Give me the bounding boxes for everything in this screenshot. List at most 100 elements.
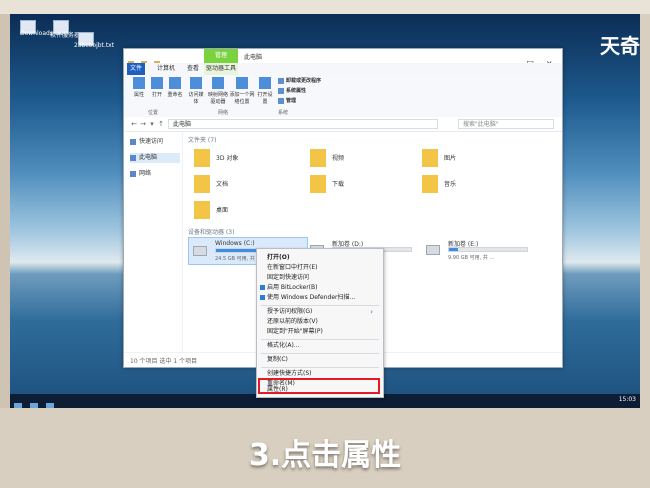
app-icon	[278, 77, 284, 84]
access-media-label: 访问媒体	[188, 92, 204, 105]
system-properties-label: 系统属性	[286, 88, 307, 94]
network-location-label: 添加一个网络位置	[229, 92, 255, 105]
menu-format[interactable]: 格式化(A)...	[267, 341, 377, 351]
rename-button[interactable]: 重命名	[166, 77, 184, 103]
menu-label: 授予访问权限(G)	[267, 308, 313, 315]
open-button[interactable]: 打开	[148, 77, 166, 103]
menu-pin-start[interactable]: 固定到"开始"屏幕(P)	[267, 327, 377, 337]
star-icon	[130, 138, 136, 145]
menu-grant-access[interactable]: 授予访问权限(G) ›	[267, 307, 377, 317]
manage-item[interactable]: 管理	[278, 97, 348, 104]
network-icon	[130, 170, 136, 177]
menu-restore-versions[interactable]: 还原以前的版本(V)	[267, 317, 377, 327]
folder-label: 图片	[444, 155, 457, 162]
forward-icon[interactable]: →	[139, 120, 147, 128]
context-menu: 打开(O) 在新窗口中打开(E) 固定到快速访问 启用 BitLocker(B)…	[256, 248, 384, 398]
menu-copy[interactable]: 复制(C)	[267, 355, 377, 365]
gear-icon	[259, 77, 271, 89]
computer-icon	[130, 154, 136, 161]
folder-label: 文档	[216, 181, 229, 188]
drive-space: 9.90 GB 可用, 共 ...	[448, 255, 495, 261]
sidebar-item-this-pc[interactable]: 此电脑	[130, 153, 180, 163]
caption-bar: 3.点击属性	[0, 408, 650, 488]
folder-label: 桌面	[216, 207, 229, 214]
folder-icon	[194, 175, 210, 193]
caption: 3.点击属性	[248, 438, 402, 473]
chevron-down-icon[interactable]: ▾	[148, 120, 156, 128]
window-title: 此电脑	[244, 54, 263, 61]
manage-label: 管理	[286, 98, 297, 104]
rename-label: 重命名	[167, 92, 183, 98]
tab-view[interactable]: 查看	[184, 63, 202, 75]
folder-label: 3D 对象	[216, 155, 239, 162]
drive-name: Windows (C:)	[215, 240, 255, 247]
folder-icon	[422, 149, 438, 167]
menu-open[interactable]: 打开(O)	[267, 253, 377, 263]
search-input[interactable]: 搜索"此电脑"	[458, 119, 554, 129]
menu-separator	[261, 353, 379, 354]
system-properties-item[interactable]: 系统属性	[278, 87, 348, 94]
open-icon	[151, 77, 163, 89]
titlebar: 管理 此电脑 — □ ×	[124, 49, 562, 68]
drive-usage-fill	[449, 248, 459, 251]
chevron-right-icon: ›	[370, 308, 373, 316]
settings-label: 打开设置	[257, 92, 273, 105]
manage-icon	[278, 97, 284, 104]
folder-icon	[422, 175, 438, 193]
sidebar-label: 网络	[139, 170, 152, 177]
folder-item[interactable]: 文档	[194, 173, 314, 197]
menu-separator	[261, 367, 379, 368]
devices-section-title: 设备和驱动器 (3)	[188, 229, 235, 236]
menu-defender-scan[interactable]: 使用 Windows Defender扫描...	[260, 293, 377, 303]
system-icon	[278, 87, 284, 94]
network-location-icon	[236, 77, 248, 89]
folder-item[interactable]: 3D 对象	[194, 147, 314, 171]
uninstall-program-item[interactable]: 卸载或更改程序	[278, 77, 348, 84]
properties-label: 属性	[133, 92, 144, 98]
defender-icon	[260, 295, 265, 300]
folder-item[interactable]: 图片	[422, 147, 542, 171]
up-icon[interactable]: ↑	[157, 120, 165, 128]
drive-space: 24.5 GB 可用, 共 ...	[215, 256, 262, 262]
menu-label: 启用 BitLocker(B)	[267, 284, 318, 291]
drive-e[interactable]: 新加卷 (E:) 9.90 GB 可用, 共 ...	[422, 237, 542, 265]
tab-computer[interactable]: 计算机	[152, 63, 180, 75]
add-network-location-button[interactable]: 添加一个网络位置	[229, 77, 255, 105]
map-drive-button[interactable]: 映射网络驱动器	[206, 77, 230, 105]
menu-bitlocker[interactable]: 启用 BitLocker(B)	[260, 283, 377, 293]
folder-item[interactable]: 音乐	[422, 173, 542, 197]
address-bar: ← → ▾ ↑ 此电脑 搜索"此电脑"	[124, 117, 562, 132]
menu-pin-quick-access[interactable]: 固定到快速访问	[267, 273, 377, 283]
menu-open-new-window[interactable]: 在新窗口中打开(E)	[267, 263, 377, 273]
uninstall-label: 卸载或更改程序	[286, 78, 322, 84]
ribbon: 属性 打开 重命名 访问媒体 映射网络驱动器 添加一个网络位置 打开设置 卸载或…	[124, 75, 562, 118]
folder-label: 音乐	[444, 181, 457, 188]
left-frame	[0, 14, 10, 428]
context-tab[interactable]: 管理	[204, 49, 238, 63]
properties-button[interactable]: 属性	[130, 77, 148, 103]
folder-icon	[194, 149, 210, 167]
folders-section-title: 文件夹 (7)	[188, 137, 217, 144]
group-location: 位置	[148, 110, 159, 116]
network-drive-icon	[212, 77, 224, 89]
sidebar: 快速访问 此电脑 网络	[124, 131, 183, 353]
brand-logo: 天奇	[600, 34, 640, 58]
access-media-button[interactable]: 访问媒体	[187, 77, 205, 105]
folder-item[interactable]: 桌面	[194, 199, 314, 223]
menu-label: 使用 Windows Defender扫描...	[267, 294, 356, 301]
sidebar-item-quick-access[interactable]: 快速访问	[130, 137, 180, 147]
address-field[interactable]: 此电脑	[168, 119, 438, 129]
sidebar-item-network[interactable]: 网络	[130, 169, 180, 179]
tab-file[interactable]: 文件	[127, 63, 145, 75]
back-icon[interactable]: ←	[130, 120, 138, 128]
folder-item[interactable]: 下载	[310, 173, 430, 197]
hard-drive-icon	[426, 245, 440, 255]
desktop-label: 23bcoojbt.txt	[74, 42, 115, 49]
drive-usage-bar	[448, 247, 528, 252]
group-network: 网络	[218, 110, 229, 116]
open-settings-button[interactable]: 打开设置	[256, 77, 274, 105]
folder-label: 视频	[332, 155, 345, 162]
media-icon	[190, 77, 202, 89]
window-controls: — □ ×	[504, 51, 558, 68]
folder-item[interactable]: 视频	[310, 147, 430, 171]
